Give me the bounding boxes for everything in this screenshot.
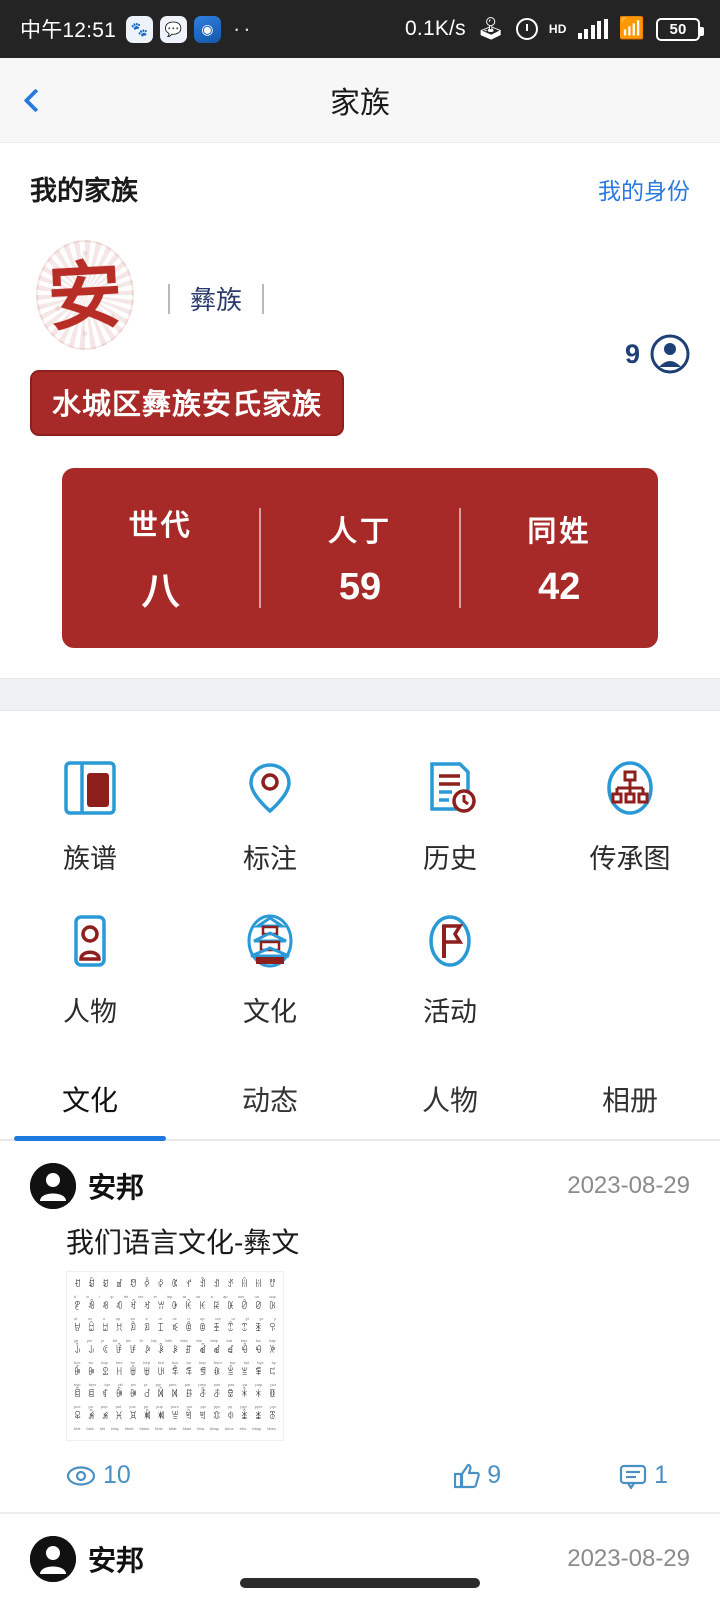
- network-speed: 0.1K/s: [405, 17, 466, 40]
- post-header: 安邦 2023-08-29: [30, 1536, 690, 1582]
- tab-label: 动态: [241, 1085, 298, 1116]
- stat-generation: 世代 八: [62, 502, 259, 615]
- my-identity-link[interactable]: 我的身份: [598, 172, 690, 206]
- menu-item-label: 活动: [423, 997, 477, 1027]
- stat-samesurname: 同姓 42: [461, 508, 658, 609]
- post-title: 我们语言文化-彝文: [66, 1227, 300, 1258]
- post-engagement: 10 9 1: [66, 1461, 690, 1490]
- home-indicator: [240, 1578, 480, 1588]
- avatar: [30, 1536, 76, 1582]
- tab-label: 相册: [601, 1085, 658, 1116]
- views-count: 10: [103, 1461, 131, 1489]
- baidu-paw-icon: 🐾: [125, 15, 153, 43]
- tab-label: 人物: [421, 1085, 478, 1116]
- menu-item-label: 传承图: [589, 844, 671, 874]
- member-person-icon: [650, 334, 690, 374]
- eye-icon: [66, 1465, 96, 1486]
- signal-bars-icon: [577, 19, 608, 39]
- menu-item-label: 历史: [423, 844, 477, 874]
- section-separator: [0, 678, 720, 711]
- content-tabs: 文化 动态 人物 相册: [0, 1061, 720, 1141]
- post-item[interactable]: 安邦 2023-08-29 我们语言文化-彝文 ꀀꀁꀂꀃꀄꀅꀆꀇꀈꀉꀊꀋꀌꀍꀎ …: [0, 1141, 720, 1514]
- post-date: 2023-08-29: [567, 1172, 690, 1199]
- divider-left: [168, 283, 170, 314]
- stat-label: 同姓: [527, 515, 592, 548]
- menu-item-culture[interactable]: 文化: [180, 898, 360, 1051]
- member-count-group[interactable]: 9: [625, 334, 690, 374]
- comments-stat[interactable]: 1: [619, 1461, 668, 1490]
- menu-grid-row-1: 族谱 标注 历史 传承图: [0, 745, 720, 898]
- tab-people[interactable]: 人物: [360, 1061, 540, 1139]
- menu-item-label: 文化: [243, 997, 297, 1027]
- comment-icon: [619, 1464, 647, 1489]
- stat-value: 八: [141, 570, 180, 613]
- menu-item-label: 族谱: [63, 844, 117, 874]
- wifi-icon: 📶: [618, 17, 645, 40]
- tab-label: 文化: [61, 1085, 118, 1116]
- menu-item-genealogy[interactable]: 族谱: [0, 745, 180, 898]
- bluetooth-icon: 🕹: [476, 16, 505, 41]
- family-meta: 彝族: [168, 236, 265, 317]
- pagoda-icon: [242, 912, 298, 970]
- document-clock-icon: [422, 759, 478, 817]
- menu-grid-row-2: 人物 文化 活动: [0, 898, 720, 1051]
- family-row: 安 彝族 9: [30, 236, 690, 374]
- stat-population: 人丁 59: [261, 508, 458, 609]
- divider-right: [262, 283, 265, 314]
- likes-count: 9: [487, 1461, 502, 1489]
- nav-header: 家族: [0, 58, 720, 143]
- tab-dynamics[interactable]: 动态: [180, 1061, 360, 1139]
- stats-card: 世代 八 人丁 59 同姓 42: [62, 468, 658, 648]
- status-bar: 中午12:51 🐾 💬 ◉ ·· 0.1K/s 🕹 HD 📶 50: [0, 0, 720, 58]
- avatar: [30, 1163, 76, 1209]
- member-count-value: 9: [624, 338, 640, 369]
- page-title: 家族: [330, 87, 390, 120]
- chat-bubble-icon: 💬: [159, 15, 187, 43]
- tab-album[interactable]: 相册: [540, 1061, 720, 1139]
- menu-item-lineage-chart[interactable]: 传承图: [540, 745, 720, 898]
- menu-item-label: 标注: [243, 844, 297, 874]
- menu-item-label: 人物: [63, 997, 117, 1027]
- family-seal-logo: 安: [30, 236, 140, 354]
- my-family-section: 我的家族 我的身份 安 彝族 9 水城区彝族安氏家族: [0, 143, 720, 436]
- blue-app-icon: ◉: [193, 15, 221, 43]
- flag-icon: [422, 912, 478, 970]
- stat-label: 人丁: [327, 515, 392, 548]
- status-time: 中午12:51: [20, 19, 116, 42]
- menu-grid: 族谱 标注 历史 传承图 人物 文化 活动: [0, 711, 720, 1061]
- overflow-dots: ··: [232, 16, 254, 41]
- menu-item-activity[interactable]: 活动: [360, 898, 540, 1051]
- post-header: 安邦 2023-08-29: [30, 1163, 690, 1209]
- family-name-banner: 水城区彝族安氏家族: [30, 370, 345, 436]
- stat-label: 世代: [128, 509, 193, 542]
- notification-icons: 🐾 💬 ◉: [125, 15, 221, 43]
- thumbs-up-icon: [454, 1463, 480, 1488]
- post-author: 安邦: [88, 1545, 145, 1576]
- likes-stat[interactable]: 9: [454, 1461, 501, 1490]
- views-stat[interactable]: 10: [66, 1461, 131, 1490]
- menu-item-people[interactable]: 人物: [0, 898, 180, 1051]
- person-card-icon: [62, 912, 118, 970]
- menu-item-marker[interactable]: 标注: [180, 745, 360, 898]
- post-image-yi-script[interactable]: ꀀꀁꀂꀃꀄꀅꀆꀇꀈꀉꀊꀋꀌꀍꀎ it ix i ip iet iex ie iep at ax a a…: [66, 1271, 284, 1441]
- org-chart-icon: [602, 759, 658, 817]
- alarm-icon: [515, 18, 538, 40]
- stat-value: 42: [538, 565, 581, 608]
- post-date: 2023-08-29: [567, 1545, 690, 1572]
- comments-count: 1: [654, 1461, 668, 1489]
- menu-item-history[interactable]: 历史: [360, 745, 540, 898]
- app-screen: 中午12:51 🐾 💬 ◉ ·· 0.1K/s 🕹 HD 📶 50 家族 我的家…: [0, 0, 720, 1600]
- section-title: 我的家族: [30, 176, 138, 206]
- hd-indicator: HD: [548, 22, 567, 36]
- post-author: 安邦: [88, 1172, 145, 1203]
- map-pin-icon: [242, 759, 298, 817]
- seal-character: 安: [45, 252, 125, 342]
- ethnic-group-label: 彝族: [190, 285, 243, 315]
- stat-value: 59: [338, 565, 382, 608]
- tab-culture[interactable]: 文化: [0, 1061, 180, 1141]
- book-icon: [62, 759, 118, 817]
- section-header: 我的家族 我的身份: [30, 169, 690, 208]
- battery-icon: 50: [656, 17, 704, 41]
